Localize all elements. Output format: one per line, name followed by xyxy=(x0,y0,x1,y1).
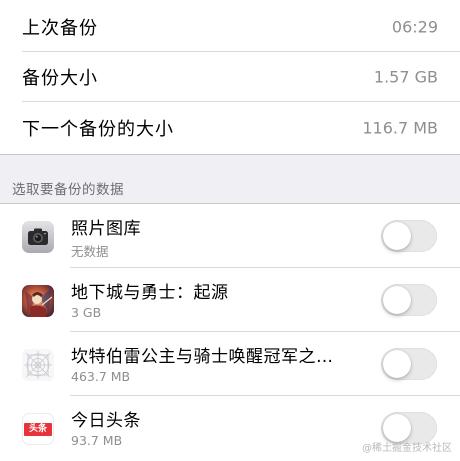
app-name: 今日头条 xyxy=(71,411,141,431)
next-backup-size-label: 下一个备份的大小 xyxy=(22,119,174,140)
row-divider xyxy=(22,101,460,102)
backup-size-label: 备份大小 xyxy=(22,68,98,89)
backup-toggle-canterbury[interactable] xyxy=(381,348,437,380)
next-backup-size-row: 下一个备份的大小 116.7 MB xyxy=(0,103,460,153)
last-backup-value: 06:29 xyxy=(391,17,438,37)
game-dnf-icon xyxy=(22,285,54,317)
app-size: 3 GB xyxy=(71,305,102,320)
app-size: 93.7 MB xyxy=(71,433,123,448)
next-backup-size-value: 116.7 MB xyxy=(362,118,438,138)
toggle-knob xyxy=(383,350,411,378)
backup-info-group: 上次备份 06:29 备份大小 1.57 GB 下一个备份的大小 116.7 M… xyxy=(0,0,460,155)
app-placeholder-icon xyxy=(22,349,54,381)
app-name: 地下城与勇士：起源 xyxy=(71,283,229,303)
backup-size-row: 备份大小 1.57 GB xyxy=(0,52,460,102)
list-item: 照片图库 无数据 xyxy=(0,204,460,268)
app-name: 照片图库 xyxy=(71,219,141,239)
toutiao-icon: 头条 xyxy=(22,413,54,445)
app-size: 463.7 MB xyxy=(71,369,131,384)
backup-toggle-dnf[interactable] xyxy=(381,284,437,316)
backup-toggle-photos[interactable] xyxy=(381,220,437,252)
last-backup-label: 上次备份 xyxy=(22,18,98,39)
app-size: 无数据 xyxy=(71,244,109,259)
watermark: @稀土掘金技术社区 xyxy=(362,443,452,454)
toggle-knob xyxy=(383,286,411,314)
list-item: 地下城与勇士：起源 3 GB xyxy=(0,268,460,332)
toutiao-badge: 头条 xyxy=(24,423,52,436)
toggle-knob xyxy=(383,222,411,250)
app-name: 坎特伯雷公主与骑士唤醒冠军之… xyxy=(71,347,334,367)
last-backup-row: 上次备份 06:29 xyxy=(0,2,460,52)
toutiao-badge-text: 头条 xyxy=(28,424,47,434)
section-header: 选取要备份的数据 xyxy=(12,182,124,198)
list-item: 坎特伯雷公主与骑士唤醒冠军之… 463.7 MB xyxy=(0,332,460,396)
camera-icon xyxy=(22,221,54,253)
toggle-knob xyxy=(383,414,411,442)
backup-size-value: 1.57 GB xyxy=(373,67,438,87)
apps-list: 照片图库 无数据 地下城与勇士：起源 3 GB 坎特伯雷公主与骑士唤醒冠军之… … xyxy=(0,203,460,461)
